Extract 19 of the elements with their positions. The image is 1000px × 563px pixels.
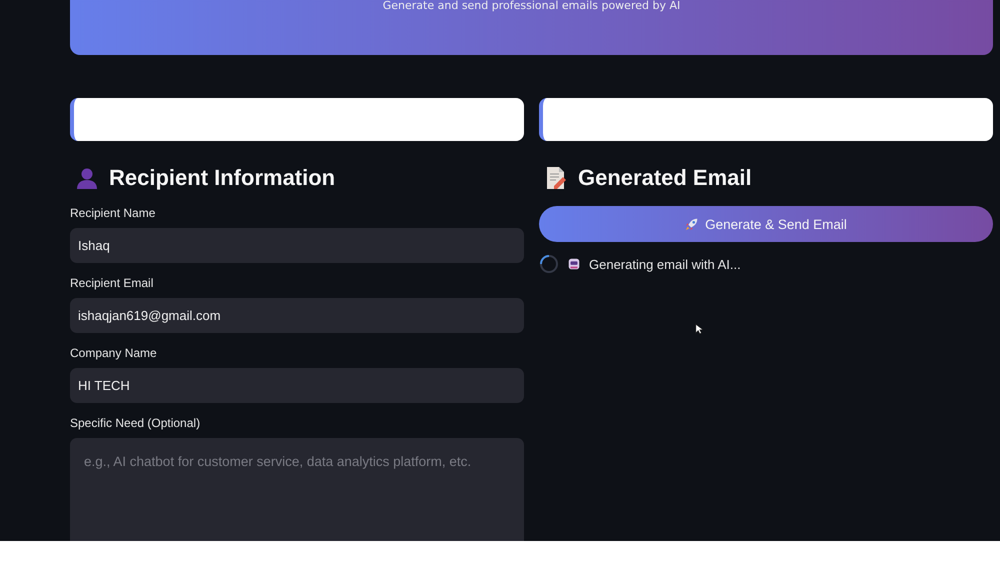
field-label: Company Name [70,346,158,360]
text-area[interactable]: e.g., AI chatbot for customer service, data analytics platform, etc. [70,438,524,541]
document-pencil-icon [544,166,568,190]
input-field[interactable]: ishaqjan619@gmail.com [70,298,524,333]
input-field[interactable]: Ishaq [70,228,524,263]
person-icon [75,166,99,190]
generate-send-button[interactable]: Generate & Send Email [539,206,993,242]
robot-icon [567,257,581,271]
field-label: Recipient Email [70,276,154,290]
status-text: Generating email with AI... [589,256,741,272]
header-subtitle: Generate and send professional emails powered by AI [382,0,680,11]
rocket-icon [685,217,700,231]
field-label: Specific Need (Optional) [70,416,202,430]
spinner-icon [539,254,559,274]
section-title: Generated Email [578,165,752,191]
field-label: Recipient Name [70,206,156,220]
cursor-icon [695,323,703,335]
input-field[interactable]: HI TECH [70,368,524,403]
section-title: Recipient Information [109,165,336,191]
